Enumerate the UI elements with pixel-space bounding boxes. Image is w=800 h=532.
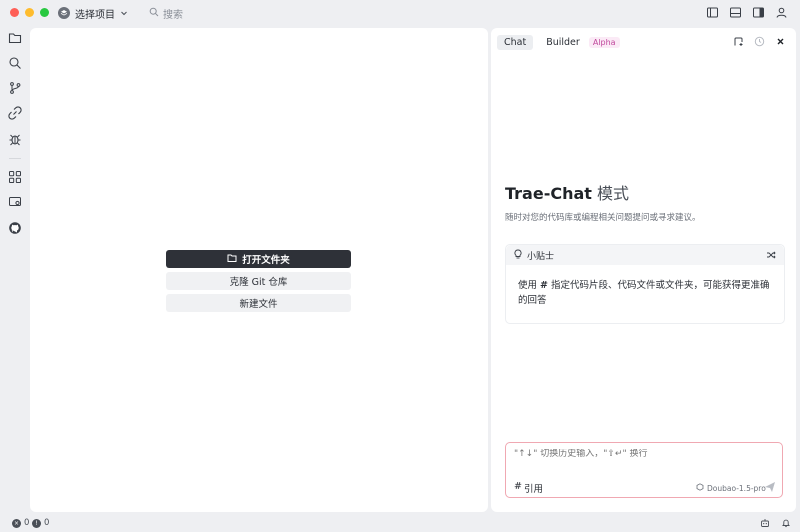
error-icon: × — [12, 518, 21, 528]
chat-panel: Chat Builder Alpha Trae-Chat 模式 随时对您的代码库… — [491, 28, 796, 512]
project-selector[interactable]: 选择项目 — [58, 5, 128, 21]
chat-input-box[interactable]: # 引用 Doubao-1.5-pro — [505, 442, 783, 498]
shuffle-icon[interactable] — [766, 250, 776, 260]
apps-icon[interactable] — [8, 170, 22, 184]
status-bar: × 0 ! 0 — [0, 514, 800, 532]
chat-mode-title: Trae-Chat 模式 — [505, 180, 629, 204]
search-placeholder: 搜索 — [163, 10, 183, 21]
tips-heading: 小贴士 — [527, 251, 555, 262]
search-icon[interactable] — [8, 56, 22, 70]
chat-title-strong: Trae-Chat — [505, 184, 592, 203]
chat-input[interactable] — [514, 449, 774, 459]
explorer-icon[interactable] — [8, 31, 22, 45]
history-icon[interactable] — [754, 36, 765, 47]
lightbulb-icon — [513, 249, 523, 262]
chat-actions — [733, 36, 786, 47]
alpha-badge: Alpha — [588, 36, 620, 48]
model-selector[interactable]: Doubao-1.5-pro — [696, 483, 766, 493]
github-icon[interactable] — [8, 221, 22, 235]
tips-body: 使用 # 指定代码片段、代码文件或文件夹，可能获得更准确的回答 — [506, 265, 784, 308]
new-chat-icon[interactable] — [733, 36, 744, 47]
robot-icon — [760, 518, 770, 531]
activity-bar — [0, 26, 30, 514]
tab-chat[interactable]: Chat — [497, 34, 534, 50]
chat-subtitle: 随时对您的代码库或编程相关问题提问或寻求建议。 — [505, 213, 701, 223]
remote-icon[interactable] — [8, 195, 22, 209]
chat-title-mode: 模式 — [591, 184, 630, 203]
activity-separator — [9, 158, 21, 159]
bell-icon — [781, 518, 791, 531]
open-folder-label: 打开文件夹 — [242, 255, 290, 266]
chat-tabs: Chat Builder Alpha — [497, 34, 620, 50]
reference-hash: # — [514, 481, 522, 492]
clone-repo-button[interactable]: 克隆 Git 仓库 — [166, 272, 351, 290]
errors-indicator[interactable]: × 0 — [12, 518, 29, 528]
editor-welcome-area: 打开文件夹 克隆 Git 仓库 新建文件 — [30, 28, 488, 512]
errors-count: 0 — [24, 518, 30, 528]
tips-rest: 指定代码片段、代码文件或文件夹，可能获得更准确的回答 — [518, 280, 770, 306]
title-bar: 选择项目 搜索 — [0, 0, 800, 26]
close-window-button[interactable] — [10, 8, 19, 17]
warnings-count: 0 — [44, 518, 50, 528]
new-file-label: 新建文件 — [239, 299, 278, 310]
folder-open-icon — [227, 253, 237, 266]
clone-repo-label: 克隆 Git 仓库 — [229, 277, 288, 288]
tab-builder[interactable]: Builder — [539, 35, 587, 50]
layout-controls — [706, 6, 788, 19]
notifications[interactable] — [781, 518, 791, 531]
copilot-status[interactable] — [760, 518, 770, 531]
global-search[interactable]: 搜索 — [149, 6, 183, 21]
panel-bottom-icon[interactable] — [729, 6, 742, 19]
maximize-window-button[interactable] — [40, 8, 49, 17]
close-icon[interactable] — [775, 36, 786, 47]
debug-icon[interactable] — [8, 132, 22, 146]
window-controls — [10, 8, 49, 17]
minimize-window-button[interactable] — [25, 8, 34, 17]
warning-icon: ! — [32, 518, 41, 528]
sidebar-right-icon[interactable] — [752, 6, 765, 19]
sidebar-left-icon[interactable] — [706, 6, 719, 19]
model-icon — [696, 483, 704, 493]
tips-card: 小贴士 使用 # 指定代码片段、代码文件或文件夹，可能获得更准确的回答 — [505, 244, 785, 324]
source-control-icon[interactable] — [8, 81, 22, 95]
new-file-button[interactable]: 新建文件 — [166, 294, 351, 312]
project-selector-label: 选择项目 — [75, 9, 115, 21]
open-folder-button[interactable]: 打开文件夹 — [166, 250, 351, 268]
extensions-link-icon[interactable] — [8, 106, 22, 120]
tips-prefix: 使用 — [518, 280, 541, 291]
tips-hash: # — [540, 280, 548, 291]
model-label: Doubao-1.5-pro — [707, 483, 766, 493]
layers-icon — [58, 7, 70, 19]
tips-header: 小贴士 — [506, 245, 784, 265]
warnings-indicator[interactable]: ! 0 — [32, 518, 49, 528]
reference-label: 引用 — [523, 484, 543, 495]
reference-button[interactable]: # 引用 — [514, 481, 543, 495]
chevron-down-icon — [120, 7, 128, 20]
account-icon[interactable] — [775, 6, 788, 19]
search-icon — [149, 7, 159, 20]
send-icon[interactable] — [764, 481, 776, 493]
